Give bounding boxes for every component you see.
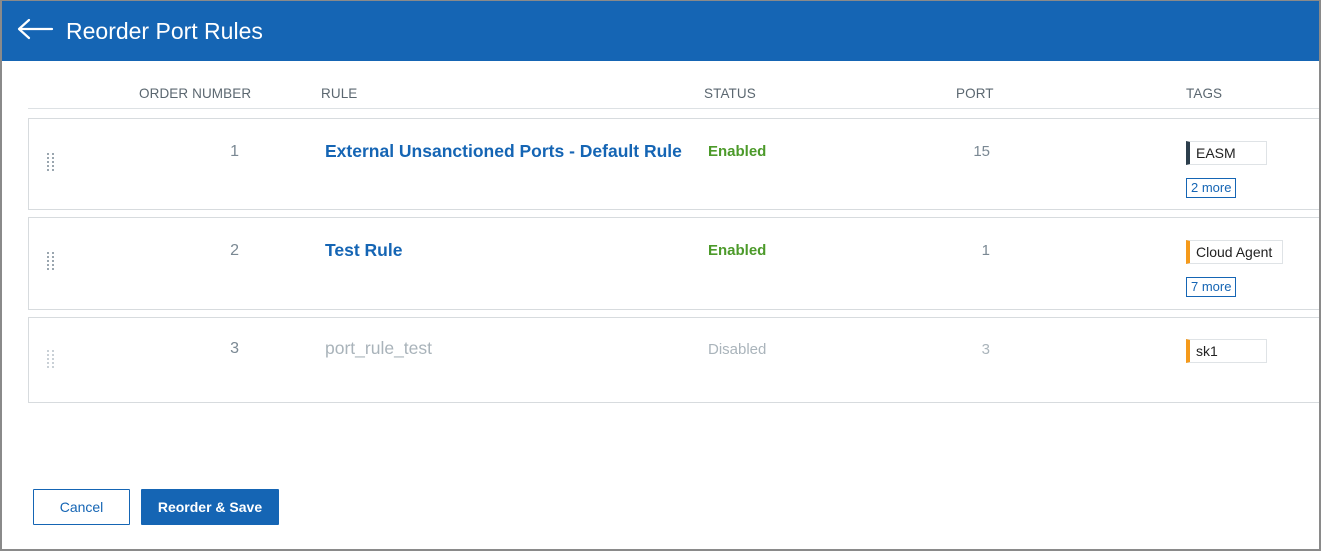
drag-handle-icon[interactable] bbox=[47, 252, 55, 272]
status-label: Enabled bbox=[708, 242, 767, 259]
page-header: Reorder Port Rules bbox=[2, 1, 1319, 61]
order-number: 2 bbox=[230, 242, 239, 259]
cancel-button[interactable]: Cancel bbox=[33, 489, 130, 525]
rule-name: port_rule_test bbox=[325, 338, 433, 358]
rule-row[interactable]: 1 External Unsanctioned Ports - Default … bbox=[28, 118, 1319, 210]
more-tags-link[interactable]: 2 more bbox=[1186, 178, 1237, 198]
column-header-status: STATUS bbox=[704, 85, 756, 102]
column-header-tags: TAGS bbox=[1186, 85, 1223, 102]
column-header-order-number: ORDER NUMBER bbox=[139, 85, 252, 102]
tag-chip: sk1 bbox=[1186, 339, 1267, 363]
column-header-rule: RULE bbox=[321, 85, 358, 102]
rule-row[interactable]: 2 Test Rule Enabled 1 Cloud Agent 7 more bbox=[28, 217, 1319, 310]
rule-name-link[interactable]: Test Rule bbox=[325, 240, 402, 261]
arrow-left-icon[interactable] bbox=[16, 15, 54, 43]
tag-chip: Cloud Agent bbox=[1186, 240, 1284, 264]
column-header-port: PORT bbox=[956, 85, 994, 102]
port-value: 15 bbox=[973, 143, 990, 160]
order-number: 1 bbox=[230, 143, 239, 160]
reorder-port-rules-panel: Reorder Port Rules ORDER NUMBER RULE STA… bbox=[0, 0, 1321, 551]
status-label: Enabled bbox=[708, 143, 767, 160]
header-divider bbox=[28, 108, 1319, 109]
drag-handle-icon[interactable] bbox=[47, 153, 55, 173]
more-tags-link[interactable]: 7 more bbox=[1186, 277, 1237, 297]
rule-row[interactable]: 3 port_rule_test Disabled 3 sk1 bbox=[28, 317, 1319, 403]
status-label: Disabled bbox=[708, 341, 767, 358]
reorder-save-button[interactable]: Reorder & Save bbox=[141, 489, 279, 525]
tag-chip: EASM bbox=[1186, 141, 1267, 165]
drag-handle-icon[interactable] bbox=[47, 350, 55, 370]
order-number: 3 bbox=[230, 340, 239, 357]
port-value: 1 bbox=[981, 242, 990, 259]
page-title: Reorder Port Rules bbox=[66, 18, 263, 44]
rule-name-link[interactable]: External Unsanctioned Ports - Default Ru… bbox=[325, 141, 682, 162]
port-value: 3 bbox=[981, 341, 990, 358]
